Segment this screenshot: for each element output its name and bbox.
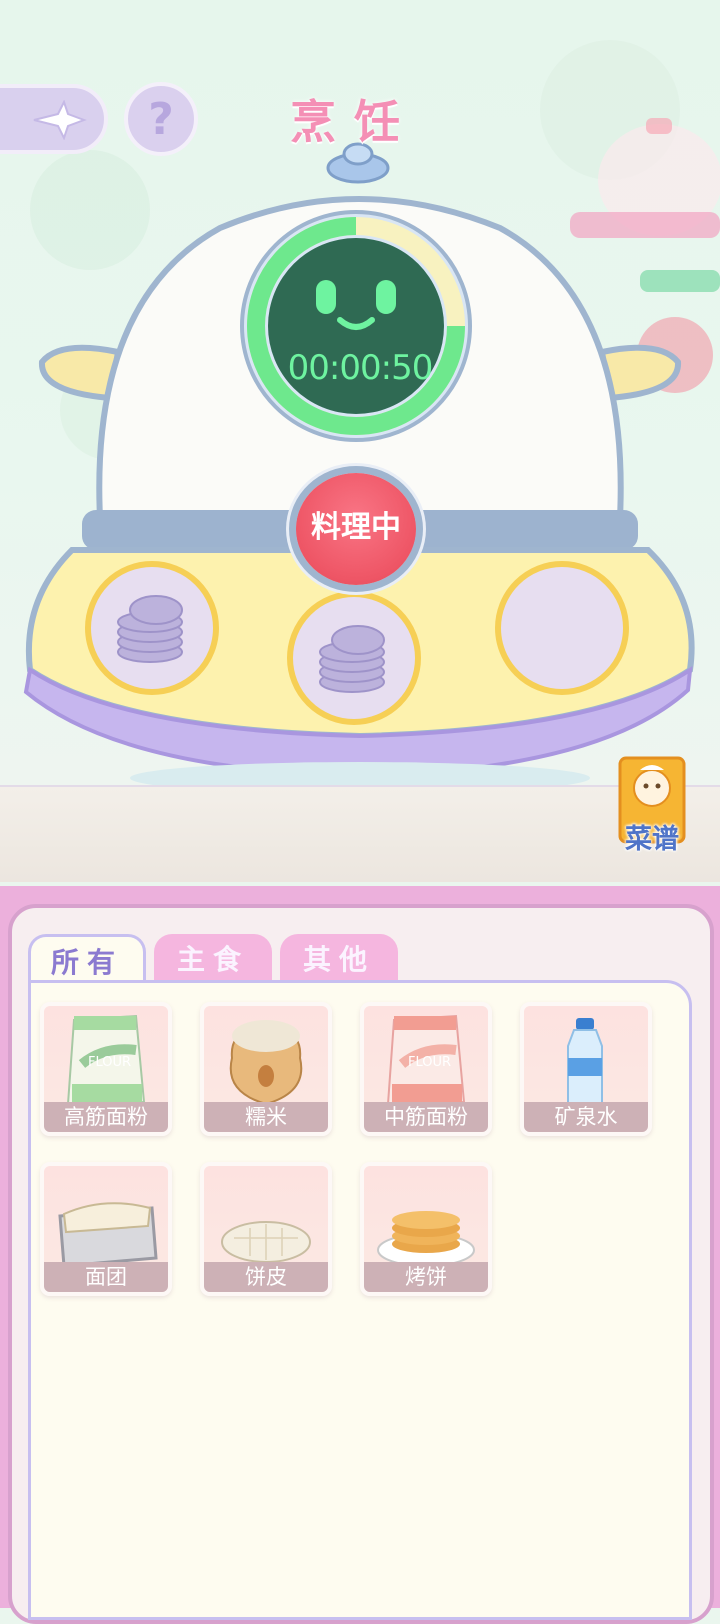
rice-sack-icon <box>229 1020 303 1106</box>
back-button[interactable] <box>0 84 108 154</box>
back-star-icon <box>33 100 87 140</box>
item-mineral-water[interactable]: 矿泉水 <box>520 1002 652 1136</box>
item-label: 矿泉水 <box>524 1102 648 1132</box>
cook-timer: 00:00:50 <box>287 348 434 388</box>
cooking-machine <box>23 142 695 794</box>
kitchen-counter <box>0 785 720 882</box>
item-high-gluten-flour[interactable]: FLOUR 高筋面粉 <box>40 1002 172 1136</box>
tab-all[interactable]: 所有 <box>28 934 146 986</box>
robot-eye-left <box>316 280 336 314</box>
help-button[interactable]: ? <box>124 82 198 156</box>
tab-staple[interactable]: 主食 <box>154 934 272 984</box>
item-glutinous-rice[interactable]: 糯米 <box>200 1002 332 1136</box>
item-label: 糯米 <box>204 1102 328 1132</box>
recipe-book-label: 菜谱 <box>625 824 679 855</box>
ingredient-slot-3[interactable] <box>495 561 629 695</box>
svg-text:FLOUR: FLOUR <box>408 1055 451 1070</box>
item-label: 高筋面粉 <box>44 1102 168 1132</box>
item-label: 中筋面粉 <box>364 1102 488 1132</box>
pie-crust-icon <box>221 1221 311 1263</box>
item-label: 饼皮 <box>204 1262 328 1292</box>
item-pancake[interactable]: 烤饼 <box>360 1162 492 1296</box>
robot-eye-right <box>376 280 396 314</box>
cooking-button[interactable]: 料理中 <box>296 473 416 585</box>
svg-text:FLOUR: FLOUR <box>88 1055 131 1070</box>
dough-tray-icon <box>58 1202 158 1268</box>
pancake-stack-icon <box>377 1211 475 1267</box>
flour-bag-pink-icon: FLOUR <box>386 1014 466 1106</box>
tab-other[interactable]: 其他 <box>280 934 398 984</box>
question-icon: ? <box>148 93 174 145</box>
page-title: 烹饪 <box>290 95 418 149</box>
item-all-purpose-flour[interactable]: FLOUR 中筋面粉 <box>360 1002 492 1136</box>
water-bottle-icon <box>567 1018 603 1105</box>
item-dough[interactable]: 面团 <box>40 1162 172 1296</box>
flour-bag-green-icon: FLOUR <box>66 1014 146 1106</box>
item-label: 面团 <box>44 1262 168 1292</box>
item-label: 烤饼 <box>364 1262 488 1292</box>
item-pie-crust[interactable]: 饼皮 <box>200 1162 332 1296</box>
